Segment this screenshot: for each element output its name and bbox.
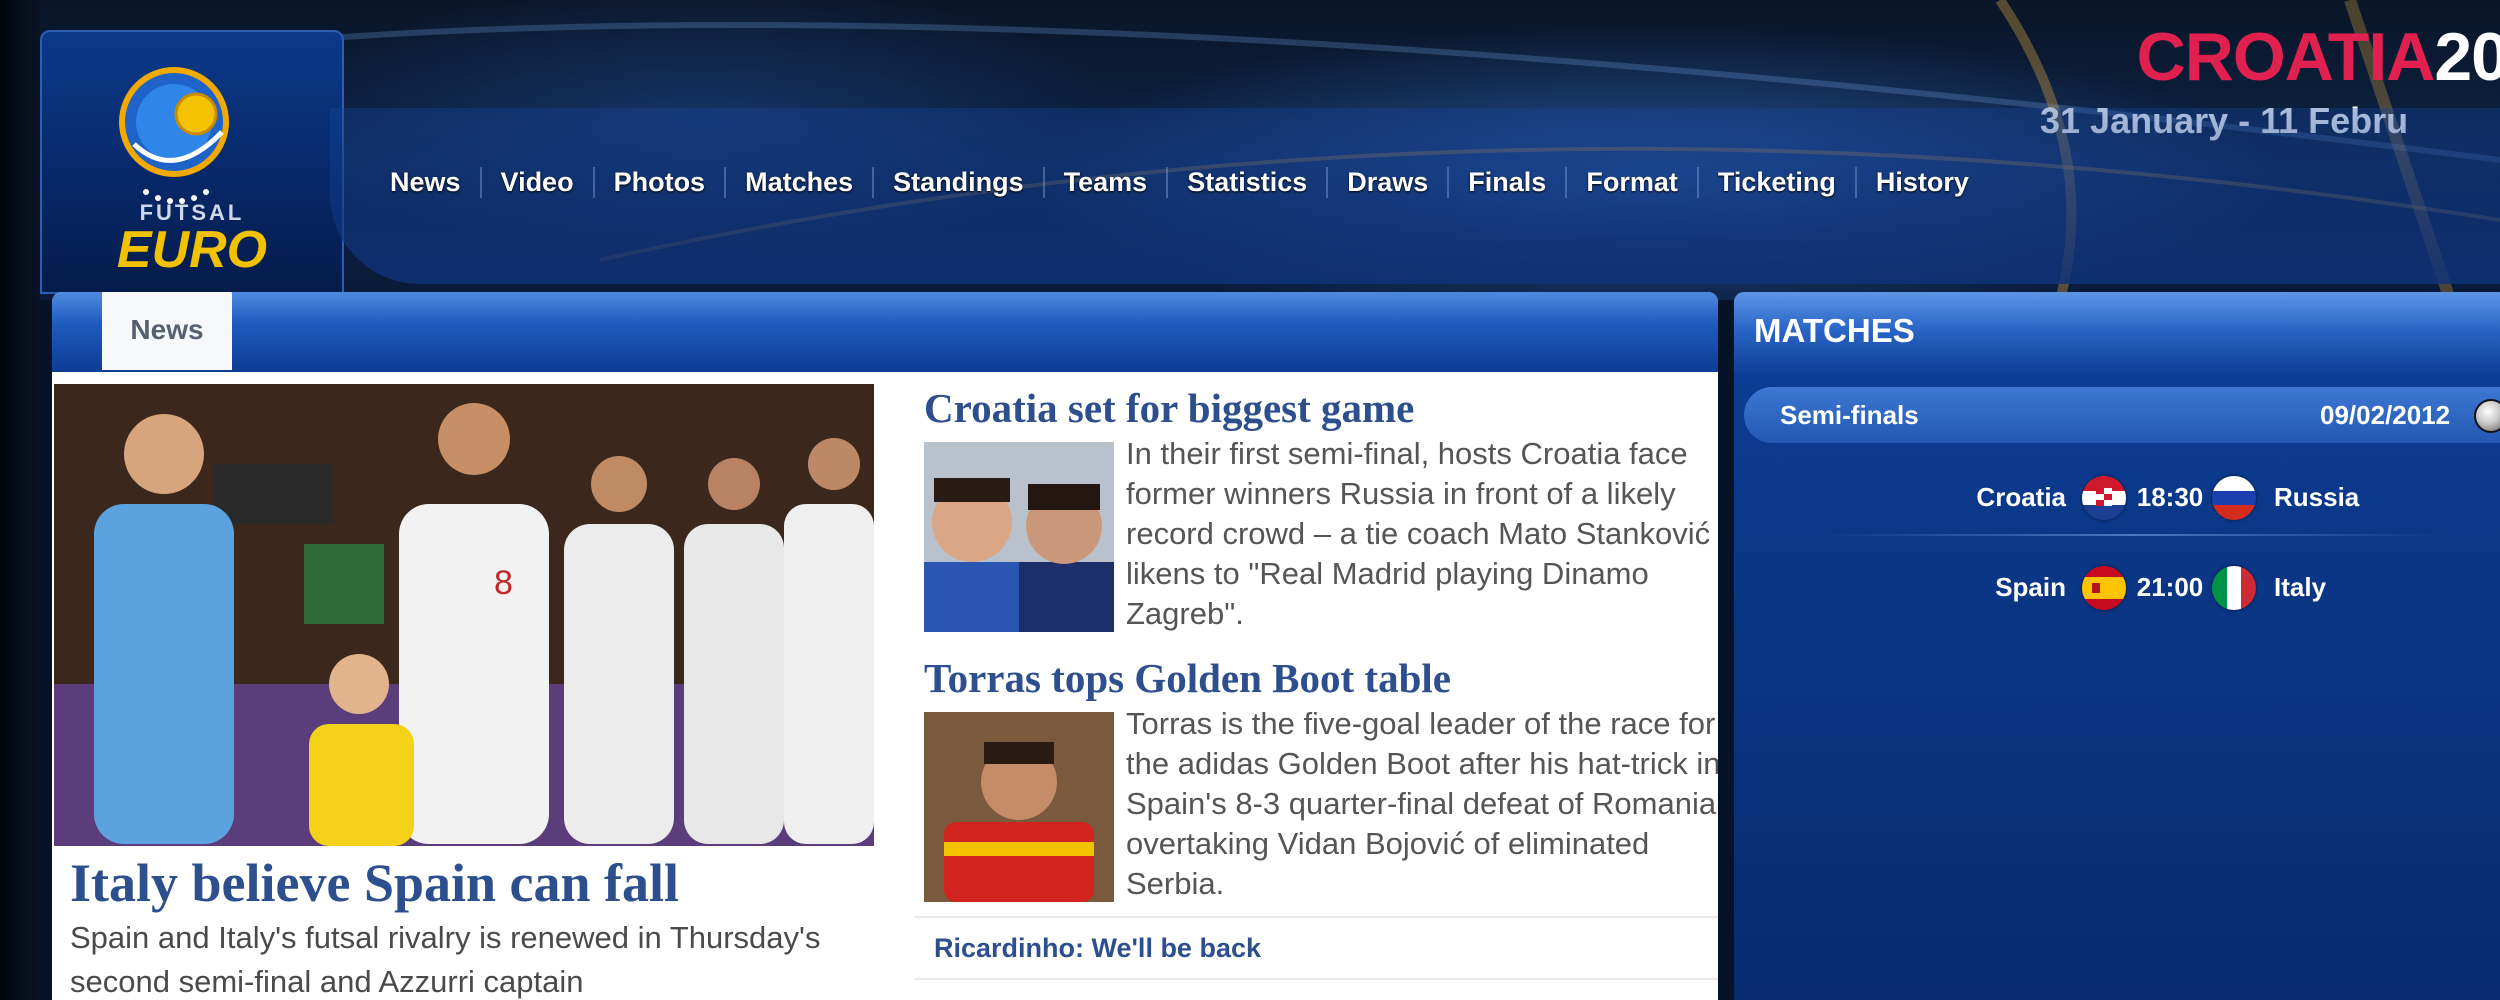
news-panel-header: News (52, 292, 1718, 372)
round-date: 09/02/2012 (2320, 400, 2451, 430)
matches-header: MATCHES (1734, 292, 2500, 372)
match-divider (1824, 534, 2444, 536)
story-headline[interactable]: Torras tops Golden Boot table (924, 654, 1718, 702)
feature-summary: Spain and Italy's futsal rivalry is rene… (70, 920, 821, 999)
nav-standings[interactable]: Standings (872, 166, 1043, 198)
story-thumbnail[interactable] (924, 442, 1114, 632)
svg-text:8: 8 (494, 564, 513, 602)
related-link-text[interactable]: Ricardinho: We'll be back (914, 933, 1261, 964)
feature-headline[interactable]: Italy believe Spain can fall (70, 852, 679, 914)
nav-teams[interactable]: Teams (1042, 166, 1167, 198)
round-header[interactable]: Semi-finals 09/02/2012 (1744, 387, 2500, 443)
nav-format[interactable]: Format (1565, 166, 1697, 198)
home-team: Spain (1995, 572, 2066, 602)
logo-link[interactable]: FUTSAL EURO (40, 30, 344, 294)
story-thumbnail[interactable] (924, 712, 1114, 902)
brand-year: 20 (2434, 19, 2500, 95)
tab-news[interactable]: News (102, 292, 232, 370)
kickoff-time: 18:30 (2136, 482, 2204, 512)
futsal-euro-logo-icon (114, 52, 244, 212)
nav-news[interactable]: News (390, 167, 480, 198)
nav-history[interactable]: History (1854, 166, 1988, 198)
russia-flag-icon (2212, 476, 2256, 520)
matches-panel: MATCHES Semi-finals 09/02/2012 Croatia 1… (1734, 292, 2500, 1000)
nav-statistics[interactable]: Statistics (1166, 166, 1326, 198)
ball-icon[interactable] (2474, 399, 2500, 433)
nav-photos[interactable]: Photos (592, 166, 725, 198)
feature-photo[interactable]: 8 (54, 384, 874, 846)
story-headline[interactable]: Croatia set for biggest game (924, 384, 1718, 432)
story-summary: In their first semi-final, hosts Croatia… (1126, 436, 1711, 631)
away-team: Russia (2274, 482, 2360, 512)
tournament-brand: CROATIA20 (2137, 18, 2500, 96)
story-summary: Torras is the five-goal leader of the ra… (1126, 706, 1718, 901)
nav-draws[interactable]: Draws (1326, 166, 1447, 198)
story-item: Torras tops Golden Boot table Torras is … (924, 654, 1718, 902)
matches-title: MATCHES (1754, 312, 1915, 349)
round-name: Semi-finals (1780, 400, 1919, 430)
kickoff-time: 21:00 (2136, 572, 2204, 602)
home-team: Croatia (1976, 482, 2066, 512)
nav-finals[interactable]: Finals (1447, 166, 1565, 198)
story-item: Croatia set for biggest game In their fi… (924, 384, 1718, 632)
nav-matches[interactable]: Matches (724, 166, 872, 198)
italy-flag-icon (2212, 566, 2256, 610)
news-panel: News 8 Italy believe Spain can fall Spai… (52, 292, 1718, 1000)
nav-ticketing[interactable]: Ticketing (1696, 166, 1855, 198)
match-row[interactable]: Croatia 18:30 Russia (1734, 468, 2500, 536)
spain-flag-icon (2082, 566, 2126, 610)
away-team: Italy (2274, 572, 2327, 602)
brand-croatia: CROATIA (2136, 19, 2436, 95)
related-link[interactable]: Ricardinho: We'll be back (914, 916, 1718, 980)
nav-video[interactable]: Video (479, 166, 593, 198)
logo-euro-text: EURO (116, 221, 268, 279)
match-row[interactable]: Spain 21:00 Italy (1734, 558, 2500, 618)
main-nav: News Video Photos Matches Standings Team… (390, 162, 1988, 202)
croatia-flag-icon (2082, 476, 2126, 520)
left-frame (0, 0, 40, 1000)
